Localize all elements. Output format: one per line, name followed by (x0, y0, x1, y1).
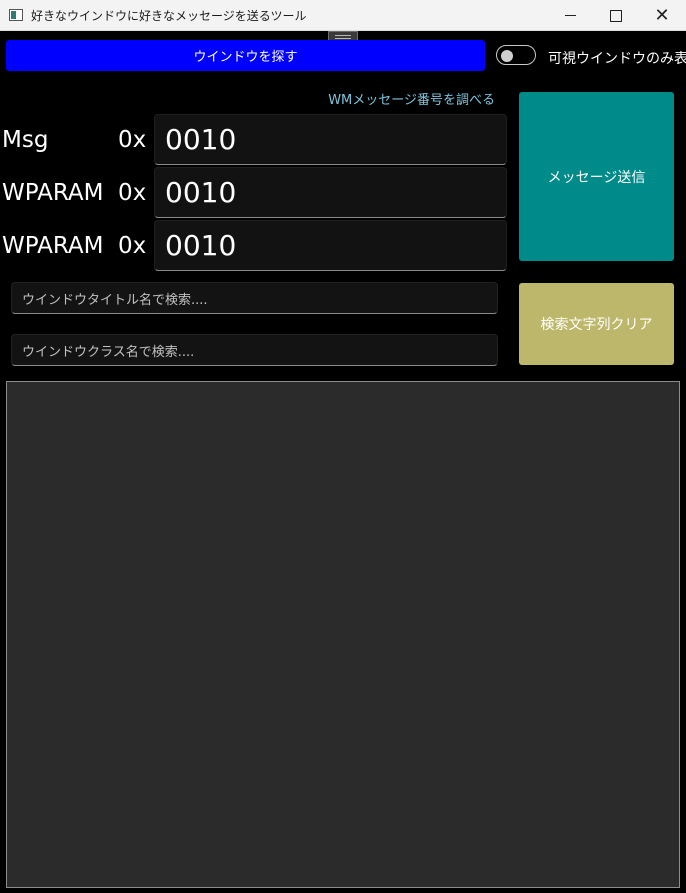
msg-hex-prefix: 0x (118, 127, 147, 153)
window-list[interactable] (6, 381, 680, 888)
visible-only-toggle[interactable] (496, 45, 536, 65)
lparam-label: WPARAM (2, 233, 104, 259)
window-title-search-input[interactable]: ウインドウタイトル名で検索.... (11, 282, 498, 314)
send-message-button[interactable]: メッセージ送信 (519, 92, 674, 261)
close-button[interactable]: ✕ (639, 0, 685, 31)
wparam-label: WPARAM (2, 180, 104, 206)
lparam-hex-prefix: 0x (118, 233, 147, 259)
msg-label: Msg (2, 127, 49, 153)
find-window-button[interactable]: ウインドウを探す (6, 40, 485, 71)
clear-search-button[interactable]: 検索文字列クリア (519, 283, 674, 365)
wparam-input[interactable]: 0010 (154, 167, 507, 218)
lparam-input[interactable]: 0010 (154, 220, 507, 271)
close-icon: ✕ (654, 4, 670, 26)
app-window-icon (9, 9, 23, 21)
visible-only-label: 可視ウインドウのみ表示 (548, 51, 686, 67)
maximize-icon (610, 9, 622, 22)
minimize-button[interactable] (547, 0, 593, 31)
maximize-button[interactable] (593, 0, 639, 31)
window-title: 好きなウインドウに好きなメッセージを送るツール (31, 9, 307, 23)
minimize-icon (564, 15, 576, 16)
toggle-knob (501, 50, 513, 62)
msg-input[interactable]: 0010 (154, 114, 507, 165)
wm-message-lookup-link[interactable]: WMメッセージ番号を調べる (300, 89, 495, 108)
wparam-hex-prefix: 0x (118, 180, 147, 206)
title-bar[interactable]: 好きなウインドウに好きなメッセージを送るツール ✕ (0, 0, 686, 31)
window-class-search-input[interactable]: ウインドウクラス名で検索.... (11, 334, 498, 366)
